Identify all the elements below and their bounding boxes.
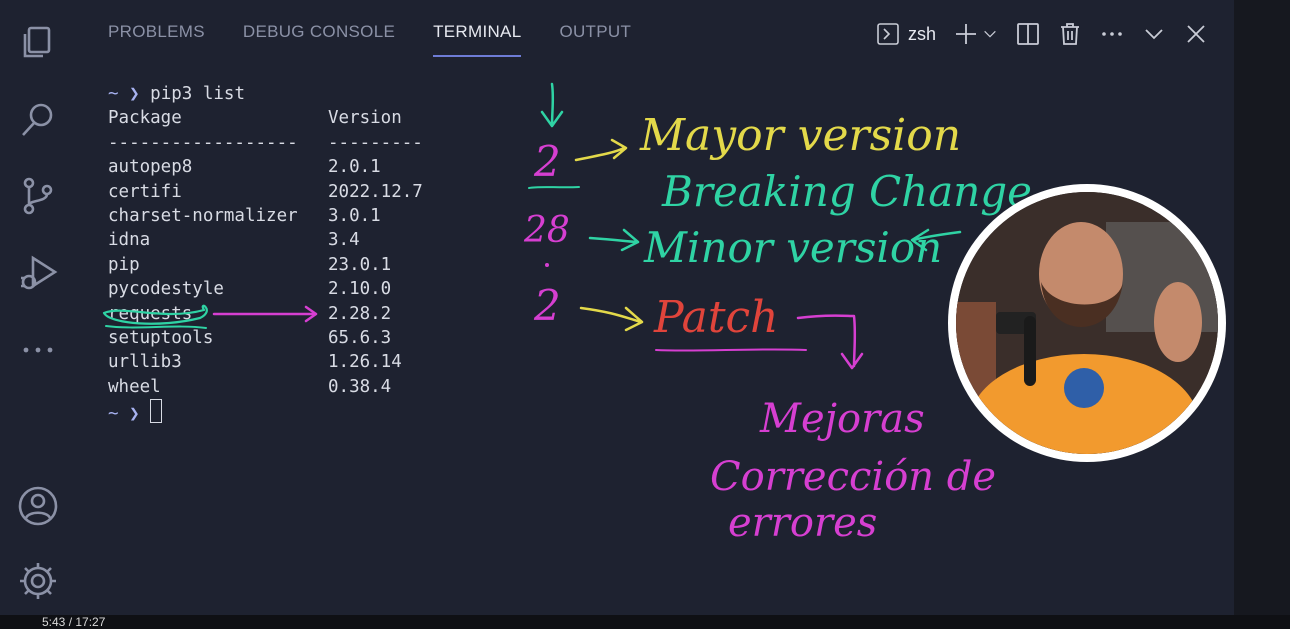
webcam-video bbox=[956, 192, 1218, 454]
package-name: autopep8 bbox=[108, 157, 193, 178]
patch-arrow bbox=[579, 306, 644, 332]
patch-digit: 2 bbox=[533, 281, 561, 330]
new-terminal-button[interactable] bbox=[954, 22, 998, 46]
package-row: urllib3 1.26.14 bbox=[108, 350, 423, 374]
major-label: Mayor version bbox=[639, 110, 961, 161]
separator-row: ------------------ --------- bbox=[108, 131, 423, 155]
package-version: 3.4 bbox=[328, 230, 360, 251]
chevron-down-icon bbox=[984, 30, 996, 38]
close-icon bbox=[1187, 25, 1205, 43]
presenter-figure bbox=[956, 192, 1218, 454]
command: pip3 list bbox=[150, 84, 245, 104]
more-icon[interactable] bbox=[17, 329, 59, 371]
separator-package: ------------------ bbox=[108, 132, 298, 153]
prompt: ~ ❯ bbox=[108, 404, 140, 425]
errores-label: errores bbox=[728, 500, 877, 546]
minor-label: Minor version bbox=[643, 223, 942, 272]
close-panel-button[interactable] bbox=[1184, 22, 1208, 46]
activity-bar bbox=[0, 0, 76, 629]
header-row: Package Version bbox=[108, 106, 423, 130]
package-version: 1.26.14 bbox=[328, 352, 402, 373]
trash-icon bbox=[1061, 23, 1079, 45]
prompt: ~ ❯ bbox=[108, 84, 140, 104]
window-edge bbox=[1234, 0, 1290, 629]
tab-debug-console[interactable]: DEBUG CONSOLE bbox=[243, 22, 395, 55]
package-version: 0.38.4 bbox=[328, 376, 392, 397]
package-name: setuptools bbox=[108, 327, 214, 348]
more-actions-button[interactable] bbox=[1100, 22, 1124, 46]
package-row: charset-normalizer 3.0.1 bbox=[108, 204, 423, 228]
package-row: autopep8 2.0.1 bbox=[108, 155, 423, 179]
package-version: 3.0.1 bbox=[328, 205, 381, 226]
major-digit: 2 bbox=[533, 137, 561, 186]
panel-tabs: PROBLEMS DEBUG CONSOLE TERMINAL OUTPUT bbox=[108, 22, 631, 58]
terminal-icon bbox=[877, 23, 899, 45]
header-package: Package bbox=[108, 108, 182, 129]
package-row: pip 23.0.1 bbox=[108, 253, 423, 277]
package-name: pip bbox=[108, 254, 140, 275]
chevron-down-icon bbox=[1145, 29, 1163, 40]
source-control-icon[interactable] bbox=[17, 175, 59, 217]
tab-output[interactable]: OUTPUT bbox=[559, 22, 631, 55]
kill-terminal-button[interactable] bbox=[1058, 22, 1082, 46]
patch-label: Patch bbox=[653, 292, 779, 343]
package-row: setuptools 65.6.3 bbox=[108, 326, 423, 350]
dot-separator bbox=[545, 263, 549, 267]
package-name: urllib3 bbox=[108, 352, 182, 373]
package-version: 2.10.0 bbox=[328, 279, 392, 300]
prompt-line: ~ ❯ bbox=[108, 399, 423, 425]
package-version: 2.0.1 bbox=[328, 157, 381, 178]
video-player-bar: 5:43 / 17:27 bbox=[0, 615, 1290, 629]
package-name: idna bbox=[108, 230, 151, 251]
minor-arrow bbox=[588, 228, 640, 252]
package-row: wheel 0.38.4 bbox=[108, 375, 423, 399]
package-name: requests bbox=[108, 303, 193, 324]
package-name: certifi bbox=[108, 181, 182, 202]
maximize-panel-button[interactable] bbox=[1142, 22, 1166, 46]
major-arrow bbox=[574, 138, 628, 162]
mejoras-label: Mejoras bbox=[759, 396, 925, 442]
terminal-output[interactable]: ~ ❯ pip3 list Package Version -----------… bbox=[108, 82, 423, 425]
patch-underline bbox=[655, 348, 807, 352]
shell-name: zsh bbox=[907, 23, 936, 44]
breaking-label: Breaking Change bbox=[661, 167, 1032, 216]
run-debug-icon[interactable] bbox=[17, 252, 59, 294]
shell-selector[interactable]: zsh bbox=[876, 22, 936, 46]
plus-icon bbox=[956, 24, 976, 44]
header-version: Version bbox=[328, 108, 402, 129]
settings-gear-icon[interactable] bbox=[17, 560, 59, 602]
package-row: certifi 2022.12.7 bbox=[108, 180, 423, 204]
minor-digit: 28 bbox=[523, 210, 570, 251]
patch-down-arrow bbox=[796, 314, 864, 370]
prompt-line: ~ ❯ pip3 list bbox=[108, 82, 423, 106]
package-row: idna 3.4 bbox=[108, 228, 423, 252]
split-icon bbox=[1017, 23, 1039, 45]
package-version: 2022.12.7 bbox=[328, 181, 423, 202]
package-version: 23.0.1 bbox=[328, 254, 392, 275]
search-icon[interactable] bbox=[17, 98, 59, 140]
playback-time: 5:43 / 17:27 bbox=[42, 615, 106, 629]
tab-terminal[interactable]: TERMINAL bbox=[433, 22, 522, 57]
package-name: pycodestyle bbox=[108, 279, 224, 300]
ellipsis-icon bbox=[1102, 32, 1122, 36]
package-name: wheel bbox=[108, 376, 161, 397]
explorer-icon[interactable] bbox=[17, 22, 59, 64]
package-row: requests 2.28.2 bbox=[108, 302, 423, 326]
package-version: 2.28.2 bbox=[328, 303, 392, 324]
terminal-cursor bbox=[150, 399, 163, 424]
tab-problems[interactable]: PROBLEMS bbox=[108, 22, 205, 55]
major-underline bbox=[528, 186, 580, 189]
webcam-overlay bbox=[948, 184, 1226, 462]
package-name: charset-normalizer bbox=[108, 205, 298, 226]
account-icon[interactable] bbox=[17, 485, 59, 527]
package-row: pycodestyle 2.10.0 bbox=[108, 277, 423, 301]
minor-back-arrow bbox=[910, 228, 962, 252]
separator-version: --------- bbox=[328, 132, 423, 153]
split-terminal-button[interactable] bbox=[1016, 22, 1040, 46]
down-arrow-top bbox=[540, 82, 564, 128]
terminal-toolbar: zsh bbox=[876, 18, 1208, 50]
correccion-label: Corrección de bbox=[710, 454, 996, 500]
package-version: 65.6.3 bbox=[328, 327, 392, 348]
